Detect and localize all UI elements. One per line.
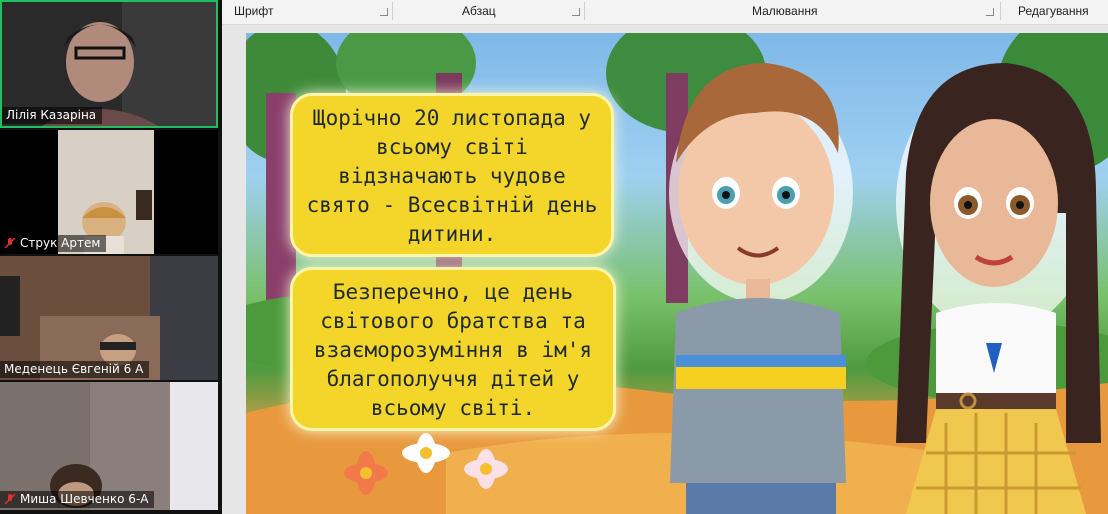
participant-name: Миша Шевченко 6-А	[0, 491, 155, 508]
ribbon-group-font[interactable]: Шрифт	[234, 4, 273, 18]
ribbon-separator	[584, 2, 585, 20]
participant-tile-1[interactable]: Лілія Казаріна	[0, 0, 218, 128]
slide-text-box-2[interactable]: Безперечно, це день світового братства т…	[290, 267, 616, 431]
mic-muted-icon	[4, 493, 16, 505]
participant-name-label: Меденець Євгеній 6 А	[4, 362, 144, 376]
mic-muted-icon	[4, 237, 16, 249]
participants-panel: Лілія Казаріна Струк Артем Меденець Євге…	[0, 0, 222, 514]
participant-tile-4[interactable]: Миша Шевченко 6-А	[0, 382, 218, 510]
participant-tile-3[interactable]: Меденець Євгеній 6 А	[0, 256, 218, 380]
flowers-illustration	[344, 433, 508, 495]
slide-text-box-1[interactable]: Щорічно 20 листопада у всьому світі відз…	[290, 93, 614, 257]
drawing-dialog-launcher-icon[interactable]	[986, 8, 994, 16]
participant-name-label: Струк Артем	[20, 236, 101, 250]
slide-editor-area: Щорічно 20 листопада у всьому світі відз…	[222, 25, 1108, 514]
participant-name-label: Лілія Казаріна	[6, 108, 97, 122]
ribbon-group-drawing[interactable]: Малювання	[752, 4, 817, 18]
girl-character-illustration	[896, 63, 1101, 514]
ribbon-group-paragraph[interactable]: Абзац	[462, 4, 496, 18]
ribbon-group-editing[interactable]: Редагування	[1018, 4, 1089, 18]
participant-name: Струк Артем	[0, 235, 107, 252]
slide-canvas[interactable]: Щорічно 20 листопада у всьому світі відз…	[246, 33, 1108, 514]
boy-character-illustration	[669, 63, 853, 514]
ribbon-separator	[1000, 2, 1001, 20]
ribbon-separator	[392, 2, 393, 20]
font-dialog-launcher-icon[interactable]	[380, 8, 388, 16]
paragraph-dialog-launcher-icon[interactable]	[572, 8, 580, 16]
participant-name: Лілія Казаріна	[2, 107, 103, 124]
ribbon-toolbar: Шрифт Абзац Малювання Редагування	[222, 0, 1108, 25]
participant-tile-2[interactable]: Струк Артем	[0, 130, 218, 254]
participant-name: Меденець Євгеній 6 А	[0, 361, 150, 378]
participant-name-label: Миша Шевченко 6-А	[20, 492, 149, 506]
